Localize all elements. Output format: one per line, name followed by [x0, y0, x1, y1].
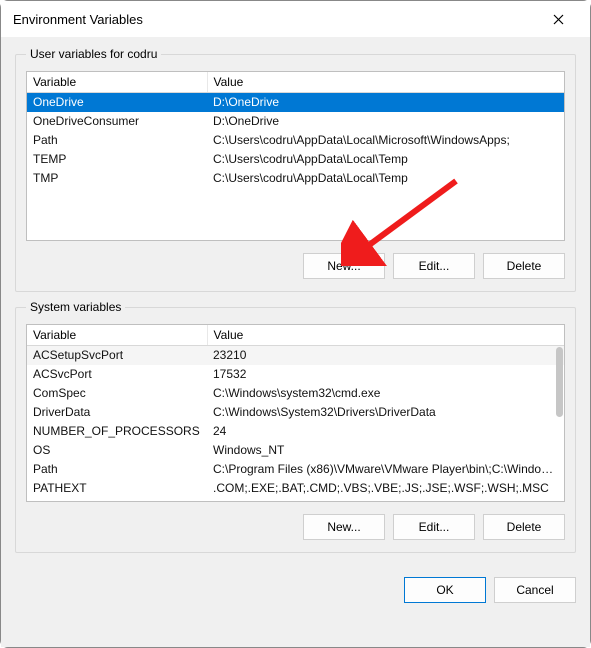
cell-variable: Path — [27, 131, 207, 150]
cell-variable: OneDriveConsumer — [27, 112, 207, 131]
table-row[interactable]: OneDriveD:\OneDrive — [27, 93, 564, 113]
cell-value: 17532 — [207, 365, 564, 384]
table-row[interactable]: DriverDataC:\Windows\System32\Drivers\Dr… — [27, 403, 564, 422]
cell-value: C:\Windows\system32\cmd.exe — [207, 384, 564, 403]
system-buttons-row: New... Edit... Delete — [26, 514, 565, 540]
table-row[interactable]: OneDriveConsumerD:\OneDrive — [27, 112, 564, 131]
system-variables-legend: System variables — [26, 300, 125, 314]
cell-value: D:\OneDrive — [207, 93, 564, 113]
cell-variable: PATHEXT — [27, 479, 207, 498]
user-variables-group: User variables for codru Variable Value … — [15, 47, 576, 292]
user-new-button[interactable]: New... — [303, 253, 385, 279]
dialog-content: User variables for codru Variable Value … — [1, 37, 590, 647]
cell-variable: TMP — [27, 169, 207, 188]
ok-button[interactable]: OK — [404, 577, 486, 603]
cell-variable: DriverData — [27, 403, 207, 422]
user-col-value[interactable]: Value — [207, 72, 564, 93]
titlebar: Environment Variables — [1, 1, 590, 37]
sys-col-variable[interactable]: Variable — [27, 325, 207, 346]
cell-value: C:\Users\codru\AppData\Local\Temp — [207, 150, 564, 169]
user-variables-legend: User variables for codru — [26, 47, 161, 61]
cell-value: C:\Users\codru\AppData\Local\Temp — [207, 169, 564, 188]
cell-value: .COM;.EXE;.BAT;.CMD;.VBS;.VBE;.JS;.JSE;.… — [207, 479, 564, 498]
window-title: Environment Variables — [13, 12, 538, 27]
cell-variable: OS — [27, 441, 207, 460]
table-row[interactable]: PathC:\Users\codru\AppData\Local\Microso… — [27, 131, 564, 150]
cell-value: C:\Users\codru\AppData\Local\Microsoft\W… — [207, 131, 564, 150]
table-row[interactable]: TEMPC:\Users\codru\AppData\Local\Temp — [27, 150, 564, 169]
user-buttons-row: New... Edit... Delete — [26, 253, 565, 279]
cancel-button[interactable]: Cancel — [494, 577, 576, 603]
close-icon — [553, 14, 564, 25]
cell-variable: OneDrive — [27, 93, 207, 113]
scrollbar-thumb[interactable] — [556, 347, 563, 417]
table-row[interactable]: NUMBER_OF_PROCESSORS24 — [27, 422, 564, 441]
cell-variable: ComSpec — [27, 384, 207, 403]
system-delete-button[interactable]: Delete — [483, 514, 565, 540]
cell-value: C:\Windows\System32\Drivers\DriverData — [207, 403, 564, 422]
table-row[interactable]: OSWindows_NT — [27, 441, 564, 460]
cell-variable: ACSvcPort — [27, 365, 207, 384]
table-row[interactable]: ComSpecC:\Windows\system32\cmd.exe — [27, 384, 564, 403]
system-edit-button[interactable]: Edit... — [393, 514, 475, 540]
cell-value: D:\OneDrive — [207, 112, 564, 131]
cell-value: 24 — [207, 422, 564, 441]
user-edit-button[interactable]: Edit... — [393, 253, 475, 279]
sys-col-value[interactable]: Value — [207, 325, 564, 346]
cell-value: C:\Program Files (x86)\VMware\VMware Pla… — [207, 460, 564, 479]
dialog-footer: OK Cancel — [15, 561, 576, 603]
system-variables-table-wrap: Variable Value ACSetupSvcPort23210ACSvcP… — [26, 324, 565, 502]
system-variables-table[interactable]: Variable Value ACSetupSvcPort23210ACSvcP… — [27, 325, 564, 498]
table-row[interactable]: PathC:\Program Files (x86)\VMware\VMware… — [27, 460, 564, 479]
cell-value: 23210 — [207, 346, 564, 366]
user-delete-button[interactable]: Delete — [483, 253, 565, 279]
table-row[interactable]: ACSvcPort17532 — [27, 365, 564, 384]
system-variables-group: System variables Variable Value ACSetupS… — [15, 300, 576, 553]
user-col-variable[interactable]: Variable — [27, 72, 207, 93]
cell-variable: Path — [27, 460, 207, 479]
close-button[interactable] — [538, 4, 578, 34]
table-row[interactable]: TMPC:\Users\codru\AppData\Local\Temp — [27, 169, 564, 188]
cell-value: Windows_NT — [207, 441, 564, 460]
table-row[interactable]: PATHEXT.COM;.EXE;.BAT;.CMD;.VBS;.VBE;.JS… — [27, 479, 564, 498]
cell-variable: NUMBER_OF_PROCESSORS — [27, 422, 207, 441]
cell-variable: ACSetupSvcPort — [27, 346, 207, 366]
table-row[interactable]: ACSetupSvcPort23210 — [27, 346, 564, 366]
user-variables-table[interactable]: Variable Value OneDriveD:\OneDriveOneDri… — [27, 72, 564, 188]
system-new-button[interactable]: New... — [303, 514, 385, 540]
user-variables-table-wrap: Variable Value OneDriveD:\OneDriveOneDri… — [26, 71, 565, 241]
cell-variable: TEMP — [27, 150, 207, 169]
